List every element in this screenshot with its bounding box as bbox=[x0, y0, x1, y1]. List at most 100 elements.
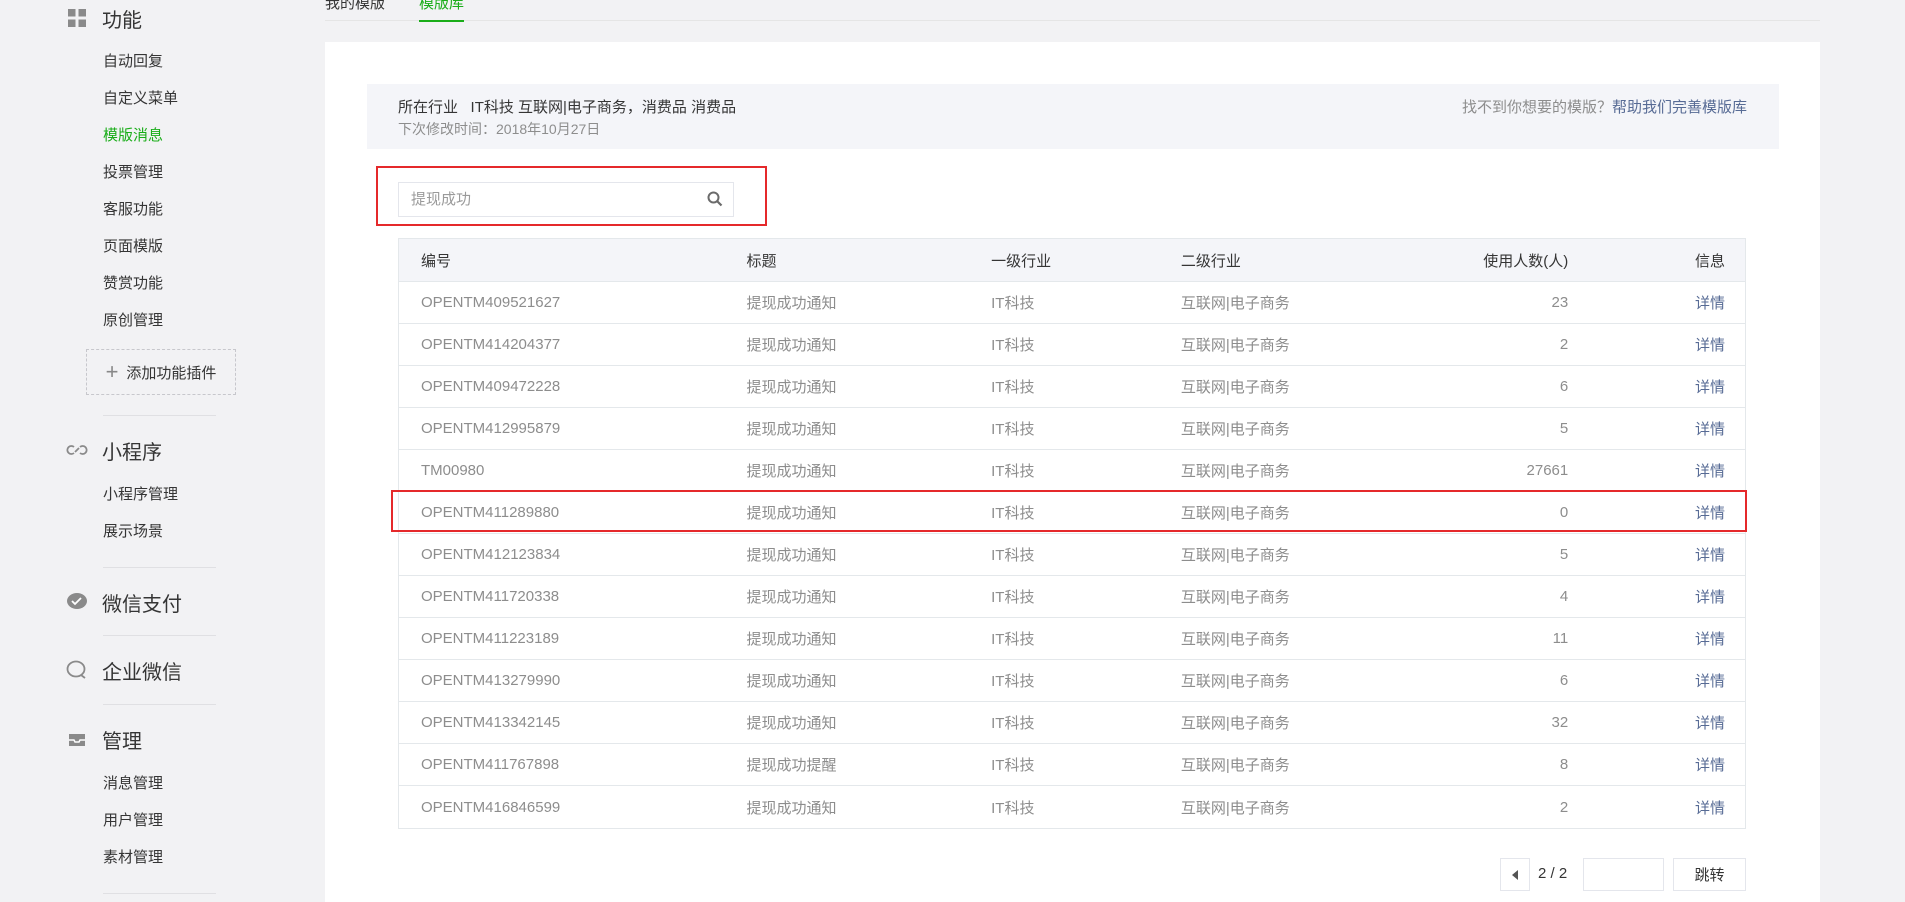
search-icon[interactable] bbox=[707, 191, 725, 209]
cell-title: 提现成功通知 bbox=[746, 505, 837, 522]
cell-industry-2: 互联网|电子商务 bbox=[1180, 463, 1290, 480]
cell-title: 提现成功通知 bbox=[746, 715, 837, 732]
group-wework-title: 企业微信 bbox=[102, 661, 182, 684]
tab-template-library[interactable]: 模版库 bbox=[419, 0, 465, 22]
cell-id: TM00980 bbox=[421, 462, 485, 479]
cell-users: 0 bbox=[1559, 504, 1569, 521]
detail-link[interactable]: 详情 bbox=[1695, 757, 1725, 774]
sidebar-item[interactable]: 客服功能 bbox=[103, 199, 163, 221]
detail-link[interactable]: 详情 bbox=[1695, 379, 1725, 396]
detail-link[interactable]: 详情 bbox=[1695, 421, 1725, 438]
cell-users: 23 bbox=[1551, 294, 1569, 311]
cell-title: 提现成功通知 bbox=[746, 379, 837, 396]
table-row: OPENTM411720338 提现成功通知 IT科技 互联网|电子商务 4 详情 bbox=[399, 576, 1745, 618]
cell-title: 提现成功通知 bbox=[746, 673, 837, 690]
cell-title: 提现成功通知 bbox=[746, 337, 837, 354]
group-manage-title: 管理 bbox=[102, 730, 142, 753]
cell-info: 详情 bbox=[1568, 292, 1745, 313]
cell-title: 提现成功提醒 bbox=[746, 757, 837, 774]
tab-my-templates[interactable]: 我的模版 bbox=[325, 0, 385, 13]
chat-bubble-icon bbox=[66, 591, 88, 613]
cell-info: 详情 bbox=[1568, 544, 1745, 565]
cell-title: 提现成功通知 bbox=[746, 589, 837, 606]
detail-link[interactable]: 详情 bbox=[1695, 673, 1725, 690]
group-wechatpay[interactable]: 微信支付 bbox=[66, 588, 182, 616]
detail-link[interactable]: 详情 bbox=[1695, 589, 1725, 606]
group-miniprogram-title: 小程序 bbox=[102, 441, 162, 464]
page-number-input[interactable] bbox=[1584, 859, 1663, 890]
table-row: OPENTM412995879 提现成功通知 IT科技 互联网|电子商务 5 详情 bbox=[399, 408, 1745, 450]
go-button[interactable]: 跳转 bbox=[1673, 858, 1746, 891]
divider bbox=[103, 567, 216, 568]
sidebar: 功能 自动回复自定义菜单模版消息投票管理客服功能页面模版赞赏功能原创管理 + 添… bbox=[0, 0, 310, 902]
cell-id: OPENTM409521627 bbox=[421, 294, 561, 311]
sidebar-item[interactable]: 展示场景 bbox=[103, 521, 163, 543]
detail-link[interactable]: 详情 bbox=[1695, 505, 1725, 522]
cell-title: 提现成功通知 bbox=[746, 631, 837, 648]
cell-id: OPENTM416846599 bbox=[421, 798, 561, 816]
divider bbox=[103, 635, 216, 636]
cell-info: 详情 bbox=[1568, 754, 1745, 775]
group-wework[interactable]: 企业微信 bbox=[66, 656, 182, 684]
sidebar-item[interactable]: 自定义菜单 bbox=[103, 88, 178, 110]
sidebar-item[interactable]: 自动回复 bbox=[103, 51, 163, 73]
detail-link[interactable]: 详情 bbox=[1695, 463, 1725, 480]
header-id: 编号 bbox=[421, 252, 452, 270]
table-row: OPENTM413342145 提现成功通知 IT科技 互联网|电子商务 32 详情 bbox=[399, 702, 1745, 744]
cell-industry-1: IT科技 bbox=[991, 337, 1035, 354]
divider bbox=[103, 704, 216, 705]
cell-info: 详情 bbox=[1568, 418, 1745, 439]
detail-link[interactable]: 详情 bbox=[1695, 295, 1725, 312]
cell-industry-2: 互联网|电子商务 bbox=[1180, 631, 1290, 648]
header-info: 信息 bbox=[1694, 252, 1725, 270]
sidebar-item[interactable]: 赞赏功能 bbox=[103, 273, 163, 295]
prev-page-button[interactable] bbox=[1500, 858, 1530, 891]
cell-users: 4 bbox=[1559, 588, 1569, 605]
cell-id: OPENTM411720338 bbox=[421, 588, 560, 605]
detail-link[interactable]: 详情 bbox=[1695, 715, 1725, 732]
chevron-left-icon bbox=[1512, 869, 1518, 880]
sidebar-item[interactable]: 页面模版 bbox=[103, 236, 163, 258]
cell-id: OPENTM414204377 bbox=[421, 336, 561, 353]
cell-users: 6 bbox=[1559, 672, 1569, 689]
cell-info: 详情 bbox=[1568, 586, 1745, 607]
cell-industry-1: IT科技 bbox=[991, 505, 1035, 522]
sidebar-item[interactable]: 模版消息 bbox=[103, 125, 163, 147]
detail-link[interactable]: 详情 bbox=[1695, 547, 1725, 564]
next-edit-label: 下次修改时间： bbox=[398, 121, 496, 137]
search-input[interactable] bbox=[399, 183, 733, 216]
detail-link[interactable]: 详情 bbox=[1695, 631, 1725, 648]
cell-industry-1: IT科技 bbox=[991, 589, 1035, 606]
template-table: 编号 标题 一级行业 二级行业 使用人数(人) 信息 OPENTM4095216… bbox=[398, 238, 1746, 829]
table-row: OPENTM413279990 提现成功通知 IT科技 互联网|电子商务 6 详情 bbox=[399, 660, 1745, 702]
industry-value: IT科技 互联网|电子商务，消费品 消费品 bbox=[470, 99, 737, 116]
table-row: OPENTM409521627 提现成功通知 IT科技 互联网|电子商务 23 详情 bbox=[399, 282, 1745, 324]
grid-icon bbox=[66, 7, 88, 29]
sidebar-item[interactable]: 投票管理 bbox=[103, 162, 163, 184]
group-miniprogram: 小程序 bbox=[66, 436, 162, 464]
sidebar-item[interactable]: 小程序管理 bbox=[103, 484, 178, 506]
sidebar-item[interactable]: 素材管理 bbox=[103, 847, 163, 869]
detail-link[interactable]: 详情 bbox=[1695, 800, 1725, 817]
table-row: OPENTM409472228 提现成功通知 IT科技 互联网|电子商务 6 详情 bbox=[399, 366, 1745, 408]
cell-title: 提现成功通知 bbox=[746, 463, 837, 480]
cell-industry-2: 互联网|电子商务 bbox=[1180, 757, 1290, 774]
sidebar-item[interactable]: 消息管理 bbox=[103, 773, 163, 795]
help-link[interactable]: 帮助我们完善模版库 bbox=[1612, 99, 1747, 116]
industry-label: 所在行业 bbox=[398, 99, 459, 116]
sidebar-item[interactable]: 原创管理 bbox=[103, 310, 163, 332]
group-manage: 管理 bbox=[66, 725, 142, 753]
cell-info: 详情 bbox=[1568, 334, 1745, 355]
table-row: OPENTM414204377 提现成功通知 IT科技 互联网|电子商务 2 详情 bbox=[399, 324, 1745, 366]
sidebar-item[interactable]: 用户管理 bbox=[103, 810, 163, 832]
group-feature: 功能 bbox=[66, 4, 142, 32]
cell-id: OPENTM411223189 bbox=[421, 630, 560, 647]
cell-industry-2: 互联网|电子商务 bbox=[1180, 379, 1290, 396]
cell-industry-2: 互联网|电子商务 bbox=[1180, 337, 1290, 354]
detail-link[interactable]: 详情 bbox=[1695, 337, 1725, 354]
cell-title: 提现成功通知 bbox=[746, 421, 837, 438]
add-plugin-button[interactable]: + 添加功能插件 bbox=[86, 349, 236, 395]
divider bbox=[103, 415, 216, 416]
search-field bbox=[398, 182, 734, 217]
header-industry-1: 一级行业 bbox=[991, 252, 1052, 270]
